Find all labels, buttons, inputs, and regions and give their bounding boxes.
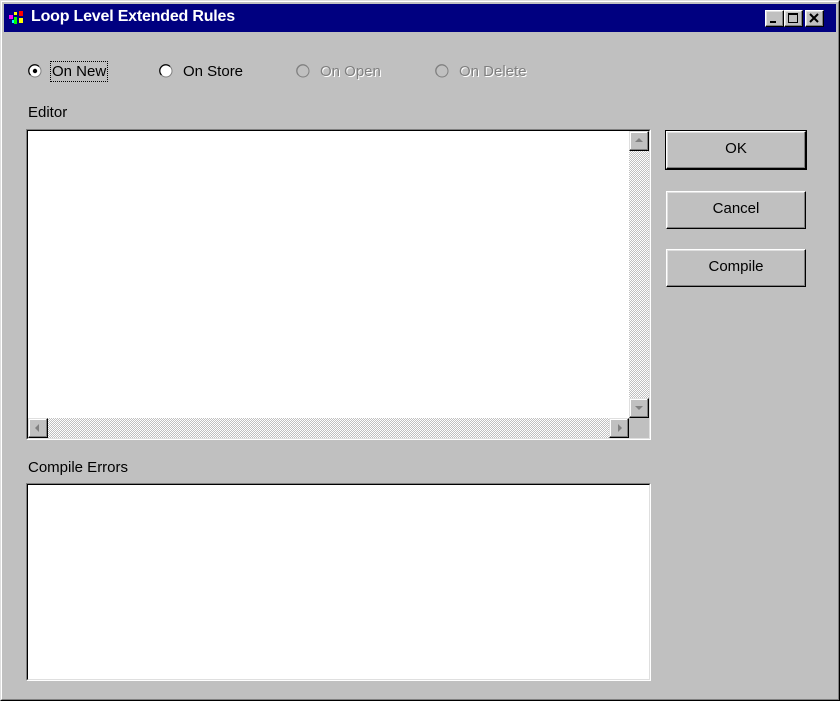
compile-errors-content xyxy=(27,484,650,680)
scroll-left-button[interactable] xyxy=(28,418,48,438)
editor-horizontal-scrollbar[interactable] xyxy=(28,418,629,438)
compile-errors-label: Compile Errors xyxy=(28,459,129,476)
minimize-button[interactable] xyxy=(765,10,784,27)
compile-errors-textarea[interactable] xyxy=(26,483,651,681)
radio-disabled-icon xyxy=(435,64,449,78)
scroll-right-button[interactable] xyxy=(609,418,629,438)
close-button[interactable] xyxy=(805,10,824,27)
scrollbar-corner xyxy=(629,418,649,438)
window-title: Loop Level Extended Rules xyxy=(31,8,235,25)
app-icon xyxy=(9,11,23,24)
compile-button[interactable]: Compile xyxy=(666,249,806,287)
ok-button[interactable]: OK xyxy=(665,130,807,170)
maximize-button[interactable] xyxy=(784,10,803,27)
arrow-up-icon xyxy=(635,138,643,142)
arrow-right-icon xyxy=(618,424,622,432)
radio-unchecked-icon xyxy=(159,64,173,78)
editor-content xyxy=(27,130,650,439)
arrow-down-icon xyxy=(635,406,643,410)
title-bar[interactable]: Loop Level Extended Rules xyxy=(4,4,836,32)
editor-vertical-scrollbar[interactable] xyxy=(629,131,649,418)
close-icon xyxy=(809,13,819,23)
scroll-down-button[interactable] xyxy=(629,398,649,418)
minimize-icon xyxy=(770,21,776,23)
radio-on-delete-label: On Delete xyxy=(459,63,527,80)
radio-disabled-icon xyxy=(296,64,310,78)
editor-textarea[interactable] xyxy=(26,129,651,440)
arrow-left-icon xyxy=(35,424,39,432)
radio-on-store-label: On Store xyxy=(183,63,244,80)
dialog-window: Loop Level Extended Rules On New On Stor… xyxy=(0,0,840,701)
maximize-icon xyxy=(788,13,798,23)
radio-checked-icon xyxy=(28,64,42,78)
radio-on-new-label: On New xyxy=(49,61,109,82)
scroll-up-button[interactable] xyxy=(629,131,649,151)
cancel-button[interactable]: Cancel xyxy=(666,191,806,229)
radio-on-open-label: On Open xyxy=(320,63,381,80)
editor-label: Editor xyxy=(28,104,68,121)
